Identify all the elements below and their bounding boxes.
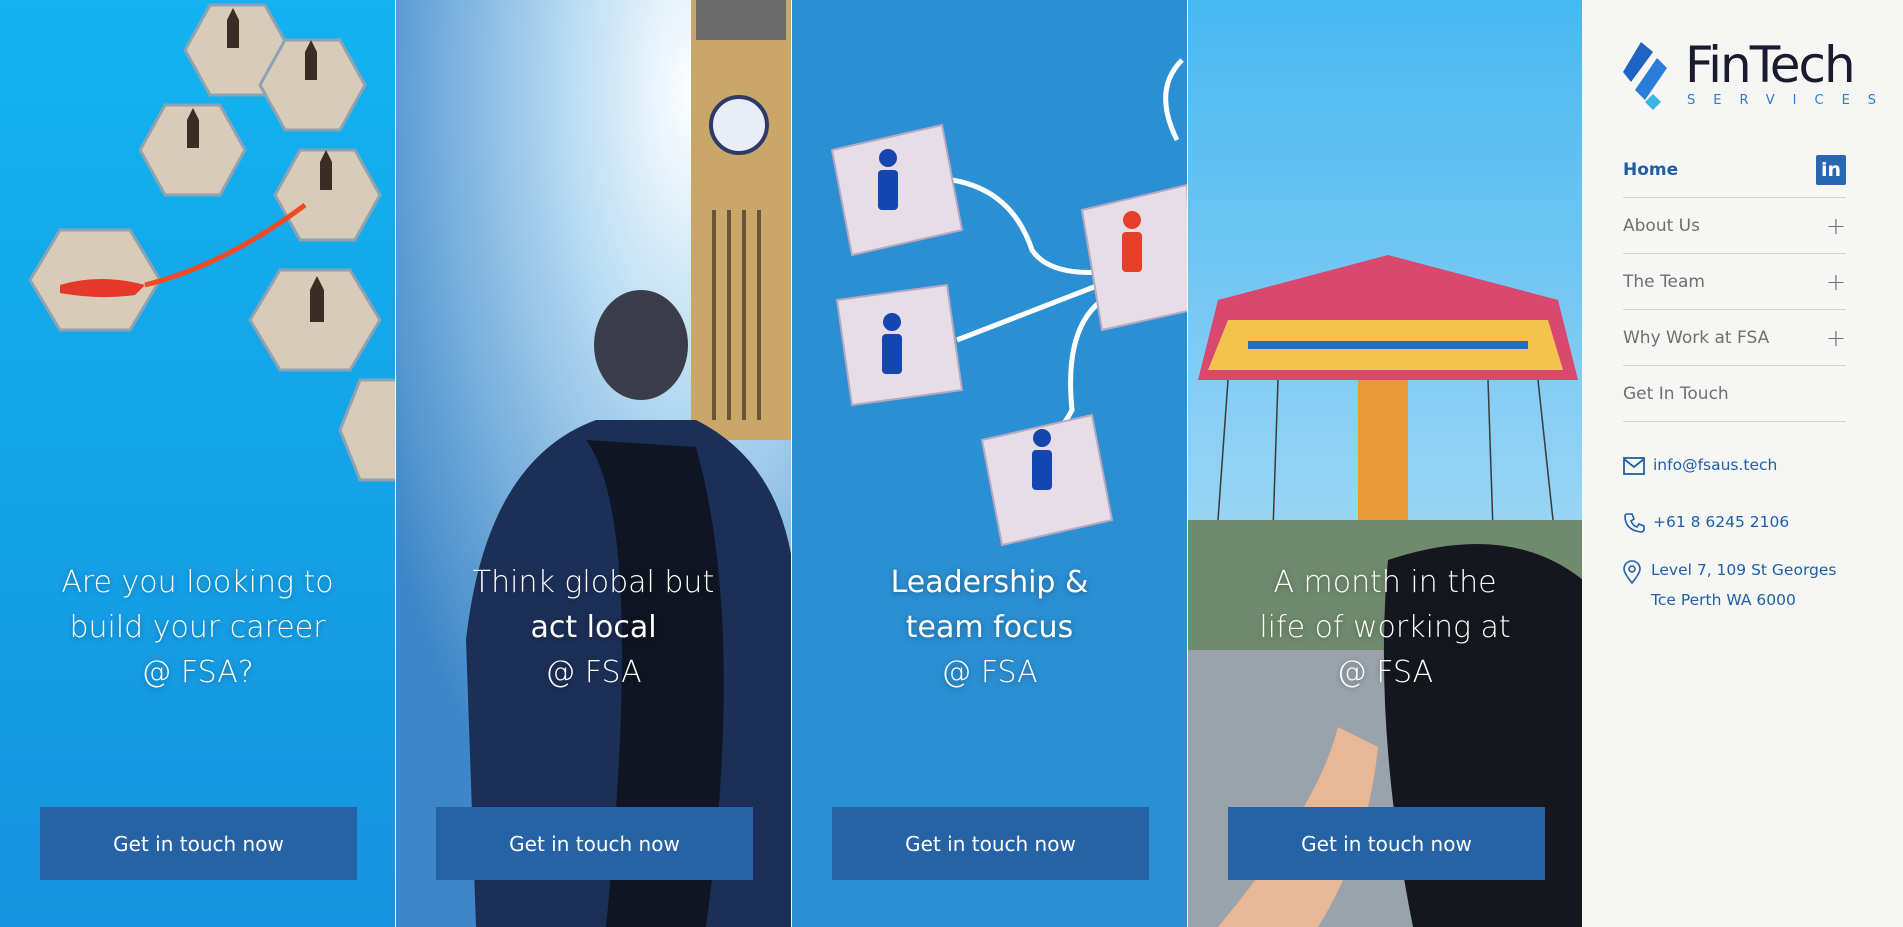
hero-panels: Are you looking to build your career @ F… xyxy=(0,0,1583,927)
nav-item-about-us[interactable]: About Us + xyxy=(1623,198,1846,254)
panel-month: A month in the life of working at @ FSA … xyxy=(1188,0,1583,927)
logo-subtitle: SERVICES xyxy=(1687,93,1895,108)
main-nav: Home in About Us + The Team + Why Work a… xyxy=(1623,142,1846,422)
nav-item-get-in-touch[interactable]: Get In Touch xyxy=(1623,366,1846,422)
email-link[interactable]: info@fsaus.tech xyxy=(1653,450,1777,480)
heading-line: @ FSA xyxy=(1336,655,1434,690)
linkedin-icon[interactable]: in xyxy=(1816,154,1846,185)
heading-line: @ FSA? xyxy=(141,655,254,690)
heading-line: @ FSA xyxy=(545,655,642,690)
big-ben-image xyxy=(396,0,791,927)
nav-item-the-team[interactable]: The Team + xyxy=(1623,254,1846,310)
fintech-logo[interactable]: FinTech SERVICES xyxy=(1623,36,1881,110)
nav-item-label: Why Work at FSA xyxy=(1623,327,1770,348)
heading-line: build your career xyxy=(69,610,326,645)
heading-line: A month in the xyxy=(1273,565,1497,600)
panel-global: Think global but act local @ FSA Get in … xyxy=(396,0,792,927)
plus-icon[interactable]: + xyxy=(1826,214,1846,238)
panel-leadership-heading: Leadership & team focus @ FSA xyxy=(792,560,1187,695)
nav-item-label: The Team xyxy=(1623,271,1705,292)
get-in-touch-button[interactable]: Get in touch now xyxy=(832,807,1149,880)
nav-item-home[interactable]: Home in xyxy=(1623,142,1846,198)
heading-line: @ FSA xyxy=(941,655,1038,690)
envelope-icon xyxy=(1623,457,1653,479)
panel-career: Are you looking to build your career @ F… xyxy=(0,0,396,927)
heading-line: act local xyxy=(530,610,657,645)
heading-line: life of working at xyxy=(1259,610,1511,645)
org-blocks-image xyxy=(792,0,1187,927)
panel-month-heading: A month in the life of working at @ FSA xyxy=(1188,560,1582,695)
address-line: Tce Perth WA 6000 xyxy=(1651,591,1796,609)
nav-item-label: Get In Touch xyxy=(1623,383,1729,404)
map-pin-icon xyxy=(1623,560,1653,588)
phone-link[interactable]: +61 8 6245 2106 xyxy=(1653,507,1789,537)
get-in-touch-button[interactable]: Get in touch now xyxy=(40,807,357,880)
plus-icon[interactable]: + xyxy=(1826,270,1846,294)
panel-leadership: Leadership & team focus @ FSA Get in tou… xyxy=(792,0,1188,927)
logo-mark-icon xyxy=(1623,42,1667,110)
heading-line: Think global but xyxy=(472,565,715,600)
nav-item-why-work[interactable]: Why Work at FSA + xyxy=(1623,310,1846,366)
contact-address: Level 7, 109 St Georges Tce Perth WA 600… xyxy=(1623,560,1863,620)
carousel-image xyxy=(1188,0,1582,927)
heading-line: team focus xyxy=(905,610,1074,645)
address-text: Level 7, 109 St Georges Tce Perth WA 600… xyxy=(1651,555,1837,615)
get-in-touch-button[interactable]: Get in touch now xyxy=(1228,807,1545,880)
contact-email[interactable]: info@fsaus.tech xyxy=(1623,456,1863,487)
plus-icon[interactable]: + xyxy=(1826,326,1846,350)
rockets-image xyxy=(0,0,395,927)
phone-icon xyxy=(1623,512,1653,538)
get-in-touch-button[interactable]: Get in touch now xyxy=(436,807,753,880)
heading-line: Are you looking to xyxy=(61,565,334,600)
address-line: Level 7, 109 St Georges xyxy=(1651,561,1837,579)
sidebar: FinTech SERVICES Home in About Us + The … xyxy=(1583,0,1903,927)
nav-item-label: About Us xyxy=(1623,215,1700,236)
logo-wordmark: FinTech xyxy=(1685,36,1856,94)
heading-line: Leadership & xyxy=(890,565,1089,600)
nav-item-label: Home xyxy=(1623,159,1679,180)
contact-phone[interactable]: +61 8 6245 2106 xyxy=(1623,512,1863,542)
panel-career-heading: Are you looking to build your career @ F… xyxy=(0,560,395,695)
panel-global-heading: Think global but act local @ FSA xyxy=(396,560,791,695)
